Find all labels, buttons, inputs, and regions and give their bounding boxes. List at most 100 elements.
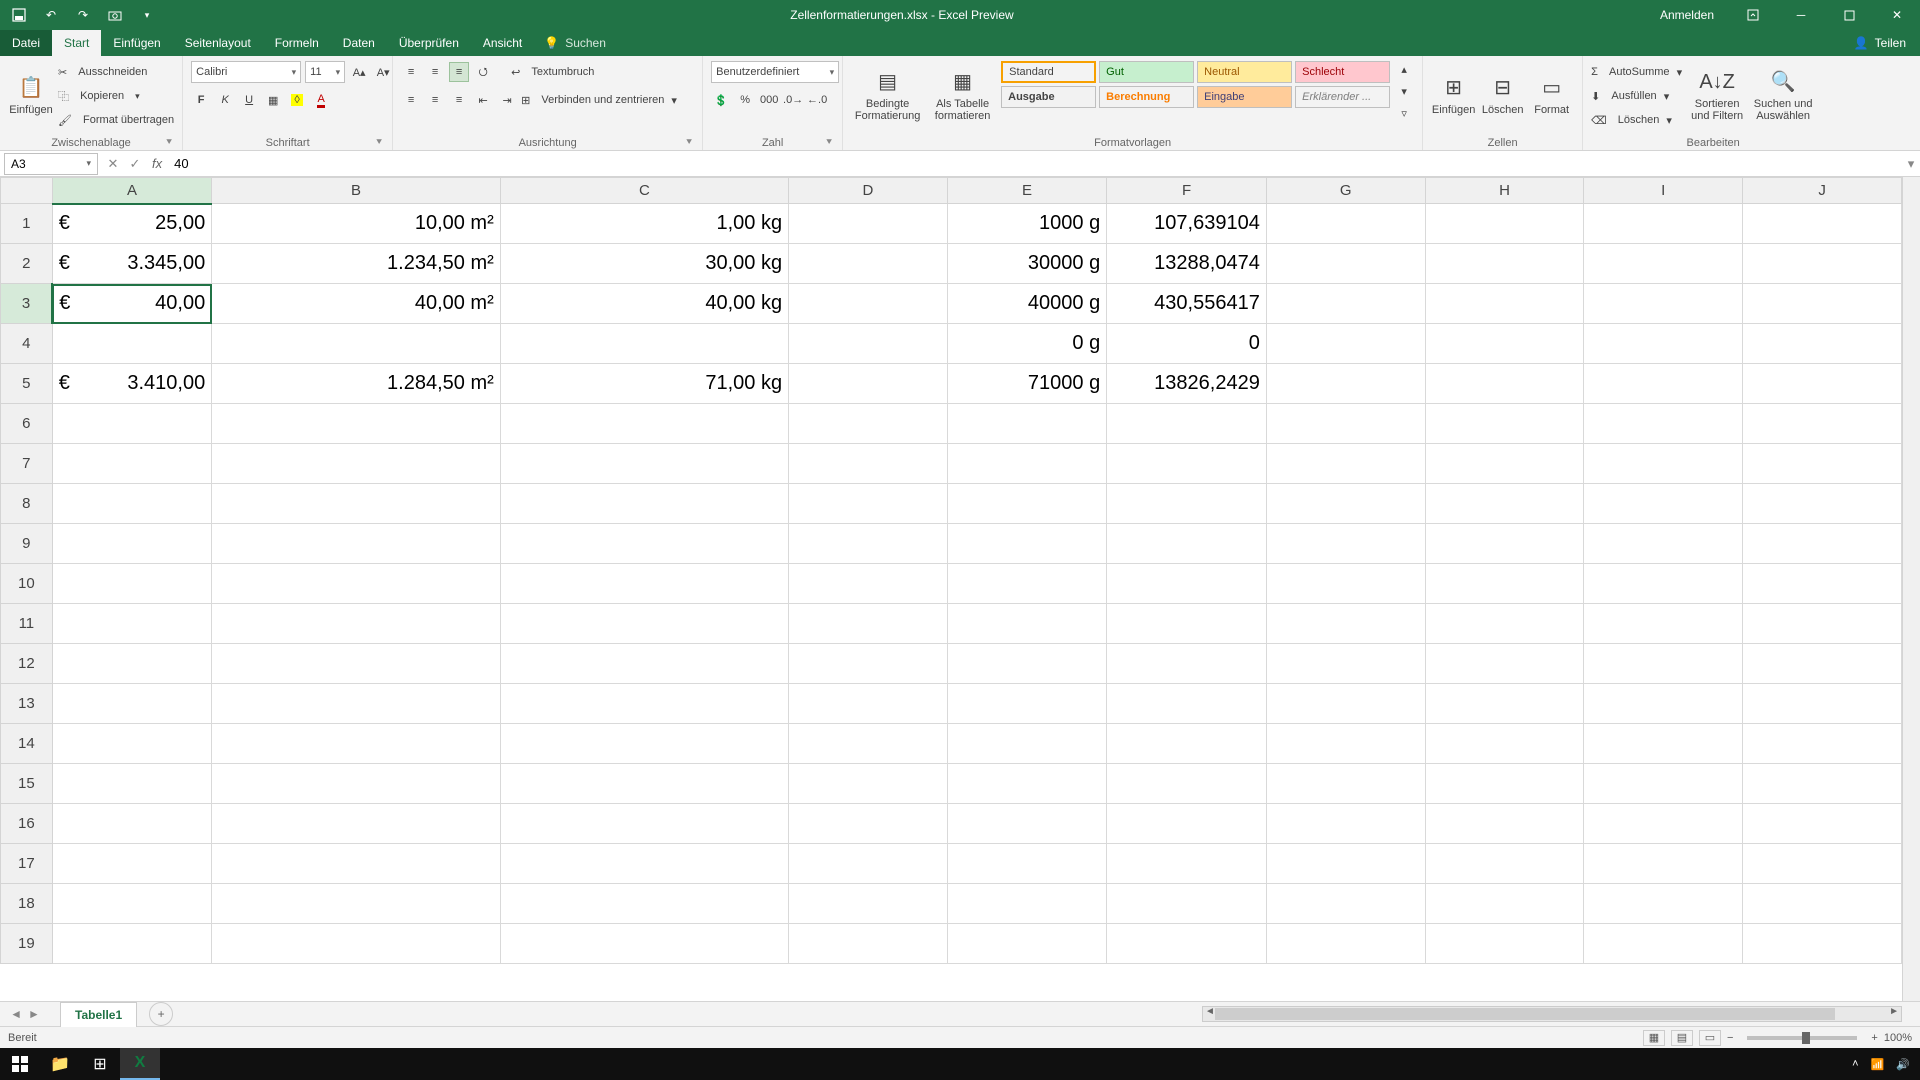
underline-button[interactable]: U [239,90,259,110]
cell[interactable] [947,604,1106,644]
cell[interactable] [500,324,788,364]
cell[interactable]: 30000 g [947,244,1106,284]
cell[interactable] [1425,204,1584,244]
vertical-scrollbar[interactable] [1902,177,1920,1001]
cell[interactable] [1425,804,1584,844]
align-bottom-icon[interactable]: ≡ [449,62,469,82]
cell[interactable] [500,604,788,644]
cell[interactable] [1743,404,1902,444]
cell[interactable] [789,284,948,324]
cell[interactable] [1107,444,1267,484]
cell[interactable] [1107,404,1267,444]
zoom-slider[interactable] [1747,1036,1857,1040]
cell[interactable]: €3.345,00 [52,244,212,284]
spreadsheet-grid[interactable]: ABCDEFGHIJ1€25,0010,00 m²1,00 kg1000 g10… [0,177,1902,964]
cell[interactable] [947,444,1106,484]
cell[interactable] [1743,644,1902,684]
cell[interactable] [1584,364,1743,404]
cell[interactable] [789,244,948,284]
cell[interactable] [1584,564,1743,604]
border-button[interactable]: ▦ [263,90,283,110]
cell[interactable] [1743,444,1902,484]
style-standard[interactable]: Standard [1001,61,1096,83]
grow-font-icon[interactable]: A▴ [349,62,369,82]
cell[interactable] [789,204,948,244]
cell[interactable] [52,404,212,444]
cell[interactable]: 0 g [947,324,1106,364]
conditional-formatting-button[interactable]: ▤Bedingte Formatierung [851,59,924,131]
cell[interactable] [212,844,501,884]
clear-button[interactable]: ⌫ Löschen ▾ [1591,109,1682,131]
horizontal-scrollbar[interactable]: ◄ ► [1202,1006,1902,1022]
cell[interactable] [52,644,212,684]
cell[interactable] [947,524,1106,564]
column-header[interactable]: I [1584,178,1743,204]
style-erklar[interactable]: Erklärender ... [1295,86,1390,108]
cell[interactable] [1743,324,1902,364]
cell[interactable] [52,804,212,844]
tab-home[interactable]: Start [52,30,101,56]
format-as-table-button[interactable]: ▦Als Tabelle formatieren [928,59,997,131]
cell[interactable] [212,924,501,964]
expand-formula-bar-icon[interactable]: ▾ [1902,156,1920,172]
cell[interactable] [1107,884,1267,924]
cell[interactable]: 1000 g [947,204,1106,244]
cell[interactable] [1743,604,1902,644]
cell[interactable] [1107,924,1267,964]
cell[interactable] [1107,564,1267,604]
cell[interactable] [52,724,212,764]
cell[interactable] [1107,604,1267,644]
cell[interactable] [1425,324,1584,364]
cell[interactable] [52,844,212,884]
name-box[interactable]: A3▾ [4,153,98,175]
cell[interactable] [1584,284,1743,324]
cell[interactable] [212,884,501,924]
fill-color-button[interactable]: ◊ [287,90,307,110]
cell[interactable] [1584,604,1743,644]
cell[interactable] [789,684,948,724]
enter-formula-icon[interactable]: ✓ [124,156,146,172]
cell[interactable] [1107,844,1267,884]
orientation-icon[interactable]: ⭯ [473,62,493,82]
cell[interactable] [789,604,948,644]
styles-scroll-up-icon[interactable]: ▴ [1394,59,1414,79]
cell[interactable]: 1,00 kg [500,204,788,244]
number-format-combo[interactable]: Benutzerdefiniert▾ [711,61,839,83]
maximize-icon[interactable] [1826,0,1872,30]
cell[interactable] [1425,844,1584,884]
cell[interactable] [1743,284,1902,324]
cell[interactable] [52,444,212,484]
cell[interactable] [1425,764,1584,804]
tab-review[interactable]: Überprüfen [387,30,471,56]
undo-icon[interactable]: ↶ [40,4,62,26]
cell[interactable] [1266,724,1425,764]
cell[interactable] [1743,924,1902,964]
start-button[interactable] [0,1048,40,1080]
cell[interactable] [1584,684,1743,724]
shrink-font-icon[interactable]: A▾ [373,62,393,82]
cell[interactable]: 30,00 kg [500,244,788,284]
tray-network-icon[interactable]: 📶 [1871,1058,1885,1071]
cell[interactable] [1107,724,1267,764]
style-berechnung[interactable]: Berechnung [1099,86,1194,108]
cell[interactable] [212,644,501,684]
cell[interactable] [52,924,212,964]
cell[interactable] [212,764,501,804]
cell[interactable] [212,444,501,484]
cell[interactable] [1107,484,1267,524]
cell[interactable]: 71,00 kg [500,364,788,404]
find-select-button[interactable]: 🔍Suchen und Auswählen [1752,59,1814,131]
row-header[interactable]: 16 [1,804,53,844]
cell[interactable] [212,684,501,724]
align-middle-icon[interactable]: ≡ [425,62,445,82]
cell[interactable] [500,884,788,924]
row-header[interactable]: 14 [1,724,53,764]
cell[interactable] [947,844,1106,884]
cell[interactable] [500,644,788,684]
row-header[interactable]: 4 [1,324,53,364]
cell[interactable] [789,844,948,884]
cell[interactable]: €40,00 [52,284,212,324]
cell[interactable] [1584,324,1743,364]
task-view-icon[interactable]: ⊞ [80,1048,120,1080]
column-header[interactable]: F [1107,178,1267,204]
